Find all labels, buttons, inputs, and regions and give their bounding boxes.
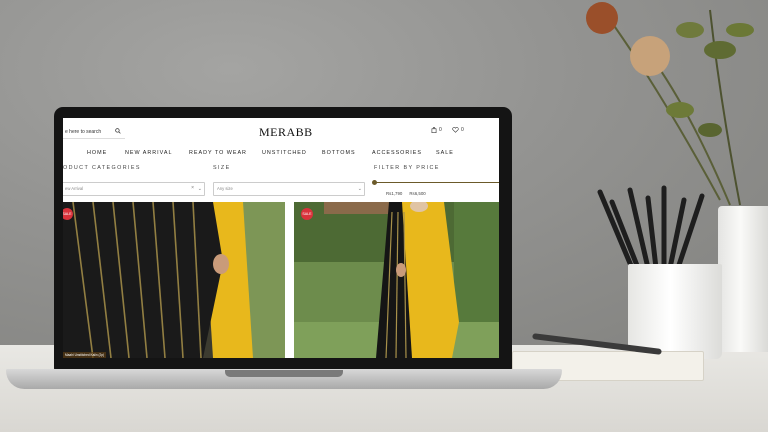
nav-unstitched[interactable]: UNSTITCHED [262, 150, 307, 156]
heart-icon [452, 127, 459, 133]
chevron-down-icon: ⌄ [197, 186, 202, 192]
cart-count: 0 [439, 127, 442, 133]
website-screen: e here to search MERABB 0 0 HOME NEW ARR… [63, 118, 499, 358]
nav-home[interactable]: HOME [87, 150, 107, 156]
search-icon[interactable] [115, 128, 121, 134]
size-select[interactable]: Any size ⌄ [213, 182, 365, 196]
size-filter-label: SIZE [213, 165, 231, 171]
product-caption: Maahi Unstitched Kalin (2p) [63, 352, 107, 358]
categories-select-value: ew Arrival [65, 186, 84, 191]
search-box[interactable]: e here to search [63, 127, 125, 137]
wishlist-button[interactable]: 0 [452, 127, 464, 133]
product-card[interactable]: SALE [294, 202, 499, 358]
nav-sale[interactable]: SALE [436, 150, 454, 156]
categories-filter-label: ODUCT CATEGORIES [63, 165, 141, 171]
main-nav: HOME NEW ARRIVAL READY TO WEAR UNSTITCHE… [63, 150, 499, 160]
nav-accessories[interactable]: ACCESSORIES [372, 150, 422, 156]
search-underline [63, 138, 125, 139]
chevron-down-icon: ⌄ [357, 186, 362, 192]
nav-bottoms[interactable]: BOTTOMS [322, 150, 356, 156]
nav-new-arrival[interactable]: NEW ARRIVAL [125, 150, 172, 156]
price-slider-track[interactable] [374, 182, 499, 184]
shopping-bag-icon [431, 127, 437, 133]
size-select-value: Any size [217, 186, 233, 191]
categories-select[interactable]: ew Arrival × ⌄ [63, 182, 205, 196]
clear-icon[interactable]: × [191, 185, 194, 191]
pencils-decor [597, 185, 705, 270]
product-image[interactable] [63, 202, 285, 358]
dried-roses-decor [586, 2, 754, 206]
price-slider-handle[interactable] [372, 179, 377, 185]
price-max: Rs6,500 [409, 191, 426, 196]
wishlist-count: 0 [461, 127, 464, 133]
price-min: Rs1,790 [386, 191, 403, 196]
site-logo[interactable]: MERABB [259, 125, 313, 140]
sale-badge: SALE [301, 208, 313, 220]
price-range-values: Rs1,790 Rs6,500 [386, 191, 426, 196]
white-vase [718, 206, 768, 352]
laptop-notch [225, 370, 343, 377]
search-input[interactable]: e here to search [65, 129, 101, 135]
product-card[interactable]: SALE Maahi Unstitched Kalin (2p) [63, 202, 285, 358]
product-image[interactable] [294, 202, 499, 358]
price-filter-label: FILTER BY PRICE [374, 165, 440, 171]
nav-ready-to-wear[interactable]: READY TO WEAR [189, 150, 247, 156]
cart-button[interactable]: 0 [431, 127, 442, 133]
